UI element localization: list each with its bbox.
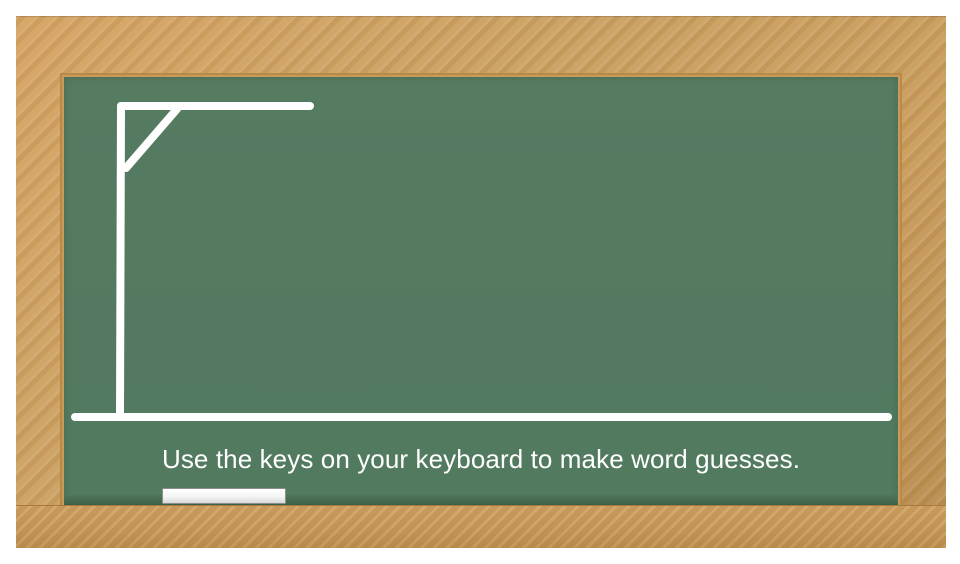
instructions-text: Use the keys on your keyboard to make wo… (161, 444, 801, 474)
gallows-post (116, 102, 125, 419)
gallows-icon (71, 102, 892, 421)
gallows-brace (122, 105, 181, 172)
